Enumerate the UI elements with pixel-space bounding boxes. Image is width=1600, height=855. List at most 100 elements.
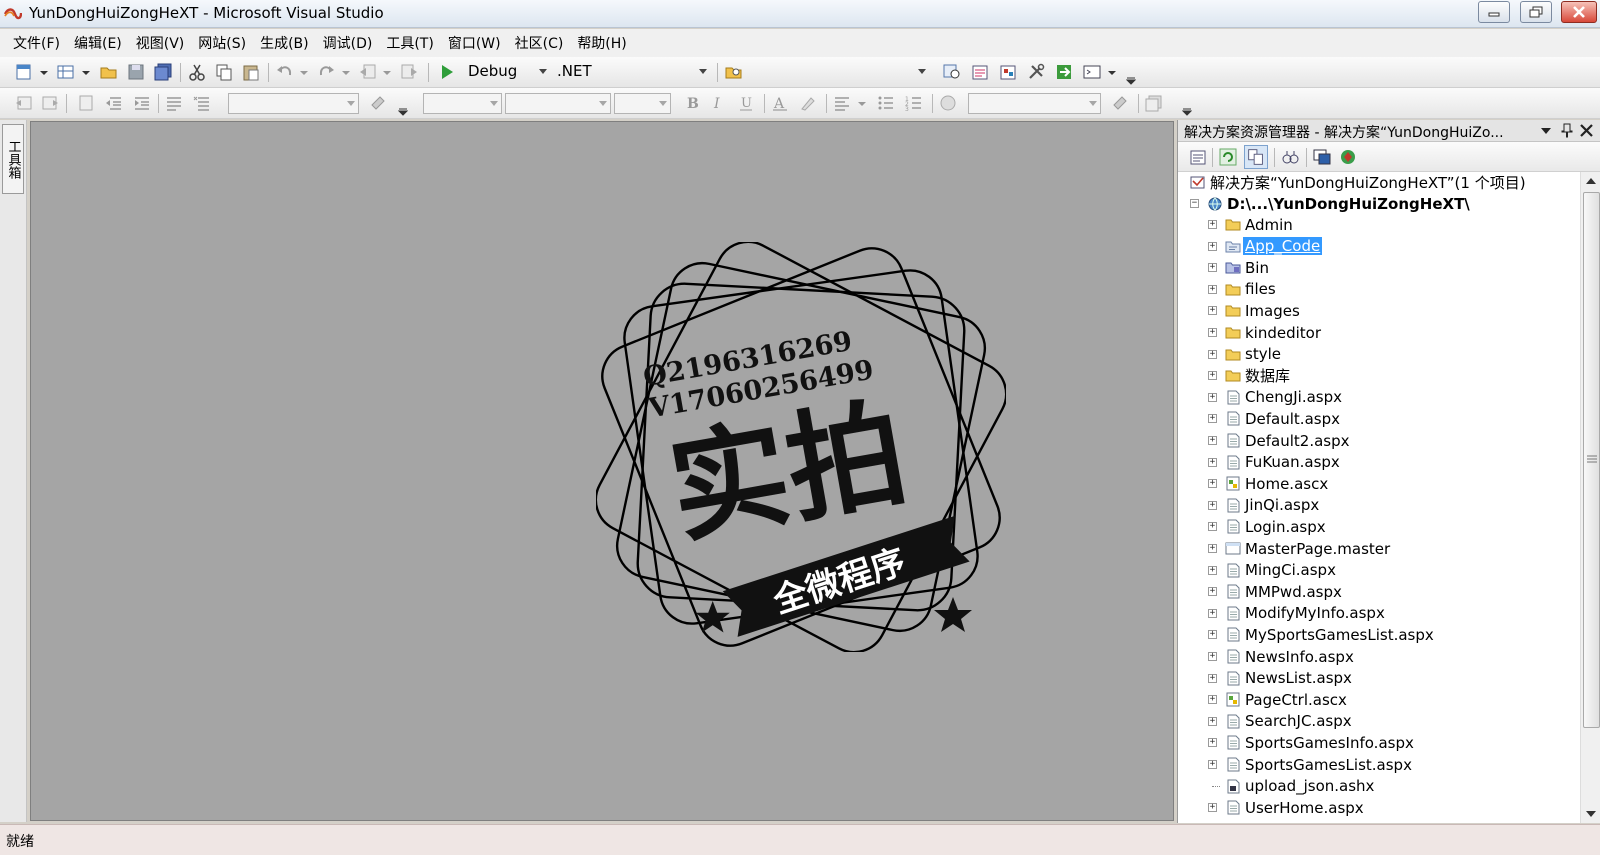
menu-file[interactable]: 文件(F) xyxy=(6,33,67,53)
expand-toggle[interactable]: + xyxy=(1208,716,1217,726)
redo-icon[interactable] xyxy=(316,62,336,82)
increase-indent-icon[interactable] xyxy=(132,93,152,113)
expand-toggle[interactable]: + xyxy=(1208,608,1217,618)
tree-item-kindeditor[interactable]: + kindeditor xyxy=(1208,322,1568,343)
tree-item-mingci-aspx[interactable]: + MingCi.aspx xyxy=(1208,560,1568,581)
comment-icon[interactable] xyxy=(76,93,96,113)
solution-explorer-scrollbar[interactable] xyxy=(1580,172,1600,823)
paste-icon[interactable] xyxy=(241,62,261,82)
view-designer-icon[interactable] xyxy=(1280,147,1300,167)
dropdown-arrow-icon[interactable] xyxy=(856,93,868,113)
restore-button[interactable] xyxy=(1520,1,1552,23)
close-button[interactable] xyxy=(1561,1,1597,23)
scroll-down-icon[interactable] xyxy=(1586,810,1596,818)
tree-item-style[interactable]: + style xyxy=(1208,344,1568,365)
expand-toggle[interactable]: + xyxy=(1208,241,1217,251)
toolbox-tools-icon[interactable] xyxy=(1026,62,1046,82)
dropdown-arrow-icon[interactable] xyxy=(381,62,393,82)
indent-icon[interactable] xyxy=(40,93,60,113)
menu-website[interactable]: 网站(S) xyxy=(191,33,253,53)
toolbar-overflow-icon[interactable] xyxy=(1182,98,1192,116)
expand-toggle[interactable]: + xyxy=(1208,630,1217,640)
expand-toggle[interactable]: + xyxy=(1208,522,1217,532)
tree-item-upload-json-ashx[interactable]: upload_json.ashx xyxy=(1208,776,1568,797)
add-item-icon[interactable] xyxy=(56,62,76,82)
align-left-icon[interactable] xyxy=(164,93,184,113)
font-size-combo[interactable] xyxy=(614,93,671,114)
format-paint-icon[interactable] xyxy=(368,93,388,113)
decrease-indent-icon[interactable] xyxy=(104,93,124,113)
tree-item-sportsgamesinfo-aspx[interactable]: + SportsGamesInfo.aspx xyxy=(1208,732,1568,753)
hyperlink-icon[interactable] xyxy=(938,93,958,113)
expand-toggle[interactable]: + xyxy=(1208,565,1217,575)
tree-item-login-aspx[interactable]: + Login.aspx xyxy=(1208,516,1568,537)
nest-related-files-icon[interactable] xyxy=(1244,145,1268,169)
menu-window[interactable]: 窗口(W) xyxy=(441,33,508,53)
tree-item-mmpwd-aspx[interactable]: + MMPwd.aspx xyxy=(1208,581,1568,602)
find-in-files-icon[interactable] xyxy=(724,62,744,82)
save-all-icon[interactable] xyxy=(153,62,173,82)
navigate-forward-icon[interactable] xyxy=(399,62,419,82)
uncomment-icon[interactable] xyxy=(192,93,212,113)
copy-website-icon[interactable] xyxy=(1312,147,1332,167)
editor-area[interactable]: Q2196316269 V17060256499 实拍 全微程序 xyxy=(30,121,1174,821)
italic-icon[interactable]: I xyxy=(708,93,728,113)
expand-toggle[interactable]: + xyxy=(1208,500,1217,510)
scroll-up-icon[interactable] xyxy=(1586,177,1596,185)
expand-toggle[interactable]: + xyxy=(1208,414,1217,424)
expand-toggle[interactable]: + xyxy=(1208,371,1217,381)
block-format-combo[interactable] xyxy=(423,93,502,114)
bullet-list-icon[interactable] xyxy=(876,93,896,113)
expand-toggle[interactable]: + xyxy=(1208,479,1217,489)
expand-toggle[interactable]: + xyxy=(1208,760,1217,769)
toolbox-tab[interactable]: 工具箱 xyxy=(2,124,24,194)
expand-toggle[interactable]: + xyxy=(1208,652,1217,661)
project-node[interactable]: − D:\...\YunDongHuiZongHeXT\ xyxy=(1190,193,1570,214)
tree-item-home-ascx[interactable]: + Home.ascx xyxy=(1208,473,1568,494)
font-color-icon[interactable]: A xyxy=(770,93,790,113)
expand-toggle[interactable]: + xyxy=(1208,673,1217,683)
tree-item-fukuan-aspx[interactable]: + FuKuan.aspx xyxy=(1208,452,1568,473)
outdent-icon[interactable] xyxy=(14,93,34,113)
object-browser-icon[interactable] xyxy=(998,62,1018,82)
platform-combo[interactable]: .NET xyxy=(553,62,713,83)
tree-item-masterpage-master[interactable]: + MasterPage.master xyxy=(1208,538,1568,559)
configuration-combo[interactable]: Debug xyxy=(463,62,553,83)
solution-node[interactable]: 解决方案“YunDongHuiZongHeXT”(1 个项目) xyxy=(1190,172,1570,193)
copy-icon[interactable] xyxy=(214,62,234,82)
chevron-down-icon[interactable] xyxy=(1541,126,1551,136)
expand-toggle[interactable]: + xyxy=(1208,263,1217,273)
expand-toggle[interactable]: + xyxy=(1208,457,1217,467)
open-file-icon[interactable] xyxy=(99,62,119,82)
find-icon[interactable] xyxy=(942,62,962,82)
font-name-combo[interactable] xyxy=(505,93,611,114)
dropdown-arrow-icon[interactable] xyxy=(298,62,310,82)
tree-item-default2-aspx[interactable]: + Default2.aspx xyxy=(1208,430,1568,451)
dropdown-arrow-icon[interactable] xyxy=(340,62,352,82)
expand-toggle[interactable]: + xyxy=(1208,587,1217,597)
check-accessibility-icon[interactable] xyxy=(1110,93,1130,113)
properties-icon[interactable] xyxy=(1188,147,1208,167)
tree-item-newslist-aspx[interactable]: + NewsList.aspx xyxy=(1208,668,1568,689)
menu-edit[interactable]: 编辑(E) xyxy=(67,33,129,53)
tree-item-mysportsgameslist-aspx[interactable]: + MySportsGamesList.aspx xyxy=(1208,624,1568,645)
tree-item-newsinfo-aspx[interactable]: + NewsInfo.aspx xyxy=(1208,646,1568,667)
undo-icon[interactable] xyxy=(275,62,295,82)
command-window-icon[interactable] xyxy=(1082,62,1102,82)
tree-item-searchjc-aspx[interactable]: + SearchJC.aspx xyxy=(1208,711,1568,732)
expand-toggle[interactable]: + xyxy=(1208,220,1217,229)
menu-view[interactable]: 视图(V) xyxy=(129,33,192,53)
justify-icon[interactable] xyxy=(832,93,852,113)
tree-item-pagectrl-ascx[interactable]: + PageCtrl.ascx xyxy=(1208,689,1568,710)
find-combo[interactable] xyxy=(752,62,932,83)
expand-toggle[interactable]: + xyxy=(1208,738,1217,748)
tree-item-images[interactable]: + Images xyxy=(1208,300,1568,321)
menu-debug[interactable]: 调试(D) xyxy=(316,33,380,53)
start-page-icon[interactable] xyxy=(1054,62,1074,82)
pin-icon[interactable] xyxy=(1561,123,1573,138)
expand-toggle[interactable]: + xyxy=(1208,349,1217,359)
toolbar-overflow-icon[interactable] xyxy=(1126,67,1136,85)
collapse-toggle[interactable]: − xyxy=(1190,199,1199,208)
dropdown-arrow-icon[interactable] xyxy=(38,62,50,82)
menu-build[interactable]: 生成(B) xyxy=(253,33,316,53)
